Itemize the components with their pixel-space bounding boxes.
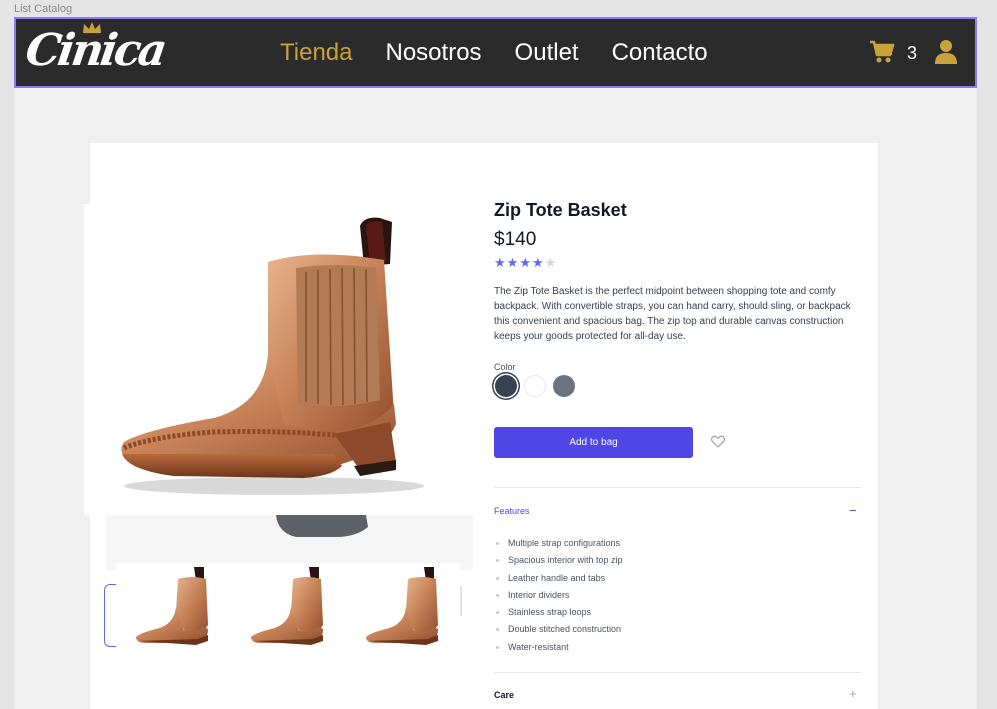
- list-item: Spacious interior with top zip: [494, 555, 623, 572]
- list-item: Stainless strap loops: [494, 607, 623, 624]
- product-title: Zip Tote Basket: [494, 200, 627, 220]
- color-label: Color: [494, 362, 516, 372]
- list-item: Leather handle and tabs: [494, 573, 623, 590]
- product-main-image[interactable]: [84, 204, 473, 515]
- list-item: Multiple strap configurations: [494, 538, 623, 555]
- cart-count: 3: [907, 43, 918, 63]
- star-icon: ★: [494, 255, 506, 270]
- thumbnail-scroll-edge: [460, 586, 462, 616]
- nav-links: Tienda Nosotros Outlet Contacto: [280, 19, 741, 86]
- color-swatches: [494, 375, 864, 397]
- rating-stars: ★ ★ ★ ★ ★: [494, 256, 864, 269]
- list-item: Interior dividers: [494, 590, 623, 607]
- star-icon: ★: [506, 255, 519, 270]
- add-to-bag-button[interactable]: Add to bag: [494, 427, 693, 458]
- divider: [494, 672, 861, 673]
- thumbnail-strip: [116, 563, 460, 647]
- product-price: $140: [494, 229, 537, 250]
- user-icon[interactable]: [934, 39, 958, 65]
- color-swatch-white[interactable]: [524, 375, 546, 397]
- thumbnail-3[interactable]: [346, 563, 461, 647]
- frame-label: List Catalog: [14, 3, 73, 15]
- product-info: Zip Tote Basket $140 ★ ★ ★ ★ ★ The Zip Tote …: [494, 200, 864, 397]
- care-heading[interactable]: Care: [494, 690, 514, 700]
- nav-link-outlet[interactable]: Outlet: [515, 39, 579, 67]
- list-item: Water-resistant: [494, 642, 623, 659]
- thumbnail-selected-indicator[interactable]: [104, 584, 116, 647]
- nav-link-nosotros[interactable]: Nosotros: [386, 39, 482, 67]
- nav-link-tienda[interactable]: Tienda: [280, 39, 353, 67]
- cart-icon[interactable]: [869, 39, 895, 65]
- care-expand-toggle[interactable]: +: [849, 686, 857, 701]
- crown-icon: [83, 22, 101, 33]
- features-list: Multiple strap configurations Spacious i…: [494, 538, 623, 659]
- thumbnail-1[interactable]: [116, 563, 231, 647]
- divider: [494, 487, 861, 488]
- star-icon: ★: [544, 255, 557, 270]
- logo[interactable]: Cinica: [22, 21, 167, 85]
- star-icon: ★: [519, 255, 531, 270]
- nav-link-contacto[interactable]: Contacto: [612, 39, 708, 67]
- features-collapse-toggle[interactable]: −: [849, 503, 857, 518]
- color-swatch-dark-gray[interactable]: [495, 375, 517, 397]
- list-item: Double stitched construction: [494, 624, 623, 641]
- product-description: The Zip Tote Basket is the perfect midpo…: [494, 286, 851, 342]
- navbar: Cinica Tienda Nosotros Outlet Contacto 3: [14, 17, 977, 88]
- gallery-backdrop: [106, 515, 473, 570]
- thumbnail-2[interactable]: [231, 563, 346, 647]
- color-swatch-gray[interactable]: [553, 375, 575, 397]
- heart-icon[interactable]: [711, 435, 725, 448]
- features-heading[interactable]: Features: [494, 506, 530, 516]
- star-icon: ★: [531, 255, 544, 270]
